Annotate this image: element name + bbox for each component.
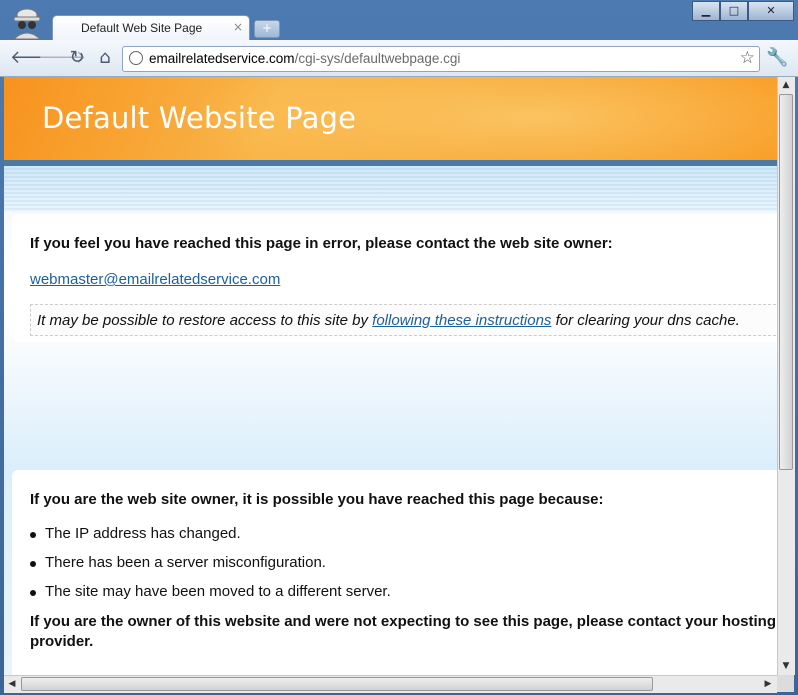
- vertical-scroll-thumb[interactable]: [779, 94, 793, 470]
- close-tab-icon[interactable]: ×: [233, 20, 243, 34]
- scroll-up-arrow-icon[interactable]: ▲: [778, 77, 794, 93]
- owner-heading: If you are the web site owner, it is pos…: [30, 491, 604, 508]
- error-contact-panel: If you feel you have reached this page i…: [12, 214, 777, 342]
- horizontal-scrollbar[interactable]: ◀ ▶: [4, 675, 777, 693]
- address-bar[interactable]: emailrelatedservice.com/cgi-sys/defaultw…: [122, 46, 760, 72]
- stripe-background: [4, 166, 777, 212]
- maximize-button[interactable]: □: [720, 1, 748, 21]
- horizontal-scroll-thumb[interactable]: [21, 677, 653, 691]
- browser-window: Default Web Site Page × + ▁ □ ✕ 🡐 🡒 ↻ ⌂ …: [0, 0, 798, 695]
- close-window-button[interactable]: ✕: [748, 1, 794, 21]
- window-controls: ▁ □ ✕: [692, 1, 794, 21]
- webmaster-email-link[interactable]: webmaster@emailrelatedservice.com: [30, 271, 280, 288]
- list-item: There has been a server misconfiguration…: [30, 554, 391, 583]
- error-heading: If you feel you have reached this page i…: [30, 235, 613, 252]
- page-title: Default Website Page: [42, 101, 357, 135]
- list-item: The site may have been moved to a differ…: [30, 583, 391, 612]
- incognito-icon: [13, 8, 41, 39]
- home-icon[interactable]: ⌂: [94, 47, 116, 69]
- back-arrow-icon[interactable]: 🡐: [10, 47, 58, 69]
- browser-toolbar: 🡐 🡒 ↻ ⌂ emailrelatedservice.com/cgi-sys/…: [0, 40, 798, 77]
- new-tab-button[interactable]: +: [254, 20, 280, 38]
- banner: Default Website Page: [4, 77, 777, 160]
- vertical-scrollbar[interactable]: ▲ ▼: [777, 77, 795, 675]
- notice-text-before: It may be possible to restore access to …: [37, 312, 373, 329]
- scroll-left-arrow-icon[interactable]: ◀: [4, 676, 20, 692]
- page-viewport: Default Website Page If you feel you hav…: [4, 77, 777, 675]
- url-host: emailrelatedservice.com: [149, 51, 295, 66]
- scroll-down-arrow-icon[interactable]: ▼: [778, 658, 794, 674]
- url-path: /cgi-sys/defaultwebpage.cgi: [294, 51, 461, 66]
- forward-arrow-icon[interactable]: 🡒: [38, 47, 86, 69]
- globe-icon: [129, 51, 143, 65]
- tab-strip: Default Web Site Page × + ▁ □ ✕: [0, 0, 798, 42]
- dns-notice-text: It may be possible to restore access to …: [37, 312, 740, 329]
- dns-notice: It may be possible to restore access to …: [30, 304, 777, 336]
- wrench-icon[interactable]: 🔧: [766, 47, 788, 68]
- reasons-list: The IP address has changed. There has be…: [30, 525, 391, 612]
- minimize-button[interactable]: ▁: [692, 1, 720, 21]
- instructions-link[interactable]: following these instructions: [372, 312, 551, 329]
- url-text[interactable]: emailrelatedservice.com/cgi-sys/defaultw…: [149, 51, 460, 66]
- tab-title: Default Web Site Page: [81, 21, 203, 35]
- reload-icon[interactable]: ↻: [66, 47, 88, 69]
- scroll-right-arrow-icon[interactable]: ▶: [760, 676, 776, 692]
- scrollbar-corner: [777, 675, 794, 692]
- star-icon[interactable]: ☆: [740, 48, 755, 68]
- hosting-provider-note: If you are the owner of this website and…: [30, 613, 776, 650]
- owner-info-panel: If you are the web site owner, it is pos…: [12, 470, 777, 675]
- list-item: The IP address has changed.: [30, 525, 391, 554]
- notice-text-after: for clearing your dns cache.: [551, 312, 740, 329]
- tab-default-web-site-page[interactable]: Default Web Site Page ×: [52, 15, 250, 42]
